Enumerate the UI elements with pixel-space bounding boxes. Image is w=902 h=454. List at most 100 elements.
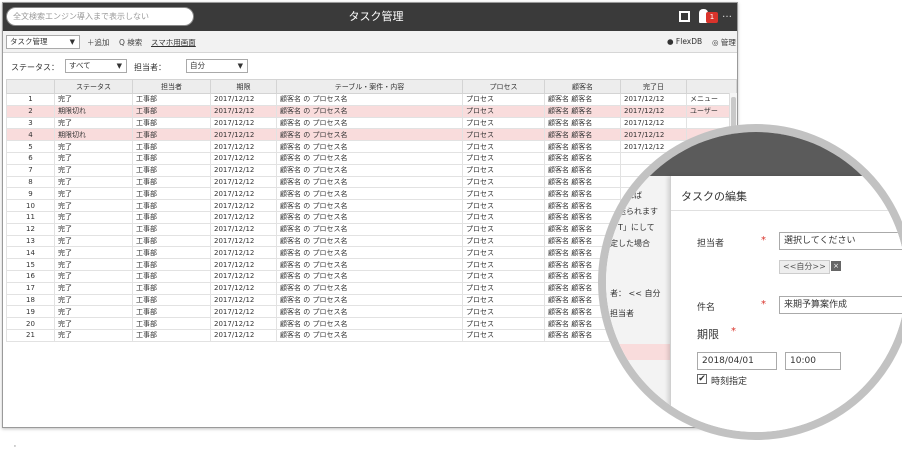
cell-subject: 顧客名 の プロセス名: [276, 128, 463, 142]
cell-subject: 顧客名 の プロセス名: [276, 175, 463, 189]
column-header-status[interactable]: ステータス: [54, 79, 133, 94]
search-button[interactable]: Q 検索: [119, 37, 142, 48]
cell-deadline: 2017/12/12: [210, 293, 277, 307]
chevron-down-icon: ▼: [237, 62, 243, 70]
cell-owner: 工事部: [132, 328, 211, 342]
column-header-subject[interactable]: テーブル・案件・内容: [276, 79, 463, 94]
cell-subject: 顧客名 の プロセス名: [276, 269, 463, 283]
table-row[interactable]: 1 完了 工事部 2017/12/12 顧客名 の プロセス名 プロセス 顧客名 顧客名 20…: [6, 93, 737, 106]
cell-subject: 顧客名 の プロセス名: [276, 258, 463, 271]
cell-no: 13: [6, 234, 55, 248]
cell-subject: 顧客名 の プロセス名: [276, 93, 463, 106]
table-row[interactable]: 2 期限切れ 工事部 2017/12/12 顧客名 の プロセス名 プロセス 顧客名 顧客名…: [6, 104, 737, 118]
cell-no: 7: [6, 163, 55, 177]
cell-process: プロセス: [462, 258, 545, 271]
cell-status: 完了: [54, 222, 133, 236]
cell-deadline: 2017/12/12: [210, 163, 277, 177]
cell-owner: 工事部: [132, 116, 211, 130]
subject-input[interactable]: 来期予算案作成: [779, 296, 902, 314]
owner-filter-select[interactable]: 自分 ▼: [186, 59, 248, 73]
cell-deadline: 2017/12/12: [210, 328, 277, 342]
time-specify-checkbox[interactable]: ✔: [697, 374, 707, 384]
cell-subject: 顧客名 の プロセス名: [276, 317, 463, 330]
zoom-background-line: が送られます: [610, 207, 658, 216]
cell-subject: 顧客名 の プロセス名: [276, 116, 463, 130]
cell-deadline: 2017/12/12: [210, 151, 277, 165]
column-header-done-date[interactable]: 完了日: [620, 79, 687, 94]
cell-no: 2: [6, 104, 55, 118]
filter-bar: ステータス： すべて ▼ 担当者： 自分 ▼: [3, 53, 737, 79]
deadline-field-label: 期限: [697, 328, 719, 341]
cell-process: プロセス: [462, 187, 545, 201]
cell-no: 19: [6, 305, 55, 319]
more-menu-icon[interactable]: …: [722, 9, 733, 20]
cell-process: プロセス: [462, 151, 545, 165]
cell-deadline: 2017/12/12: [210, 199, 277, 212]
deadline-time-input[interactable]: 10:00: [785, 352, 841, 370]
cell-status: 期限切れ: [54, 104, 133, 118]
cell-deadline: 2017/12/12: [210, 93, 277, 106]
required-mark: *: [731, 326, 736, 337]
cell-status: 完了: [54, 163, 133, 177]
cell-owner: 工事部: [132, 187, 211, 201]
cell-no: 21: [6, 328, 55, 342]
cell-no: 16: [6, 269, 55, 283]
title-bar: 全文検索エンジン導入まで表示しない タスク管理 1 …: [3, 3, 737, 31]
cell-process: プロセス: [462, 269, 545, 283]
column-header-deadline[interactable]: 期限: [210, 79, 277, 94]
smartphone-view-link[interactable]: スマホ用画面: [151, 37, 196, 48]
cell-no: 5: [6, 140, 55, 153]
cell-deadline: 2017/12/12: [210, 269, 277, 283]
window-icon[interactable]: [679, 11, 690, 22]
cell-deadline: 2017/12/12: [210, 187, 277, 201]
chevron-down-icon: ▼: [69, 38, 75, 46]
column-header-customer[interactable]: 顧客名: [544, 79, 621, 94]
view-select[interactable]: タスク管理 ▼: [6, 35, 80, 49]
cell-process: プロセス: [462, 293, 545, 307]
cell-owner: 工事部: [132, 305, 211, 319]
cell-deadline: 2017/12/12: [210, 281, 277, 295]
cell-subject: 顧客名 の プロセス名: [276, 246, 463, 260]
cell-process: プロセス: [462, 199, 545, 212]
cell-done-date: 2017/12/12: [620, 104, 687, 118]
cell-status: 完了: [54, 199, 133, 212]
cell-process: プロセス: [462, 128, 545, 142]
admin-button[interactable]: ◎ 管理: [712, 37, 736, 48]
column-header-no[interactable]: [6, 79, 55, 94]
cell-deadline: 2017/12/12: [210, 258, 277, 271]
cell-subject: 顧客名 の プロセス名: [276, 328, 463, 342]
cell-subject: 顧客名 の プロセス名: [276, 234, 463, 248]
self-assign-button[interactable]: <<自分>>: [779, 260, 830, 274]
cell-process: プロセス: [462, 140, 545, 153]
flexdb-button[interactable]: ● FlexDB: [667, 37, 702, 46]
zoom-background-line: あければ: [610, 191, 642, 200]
cell-owner: 工事部: [132, 140, 211, 153]
table-header-row: ステータス 担当者 期限 テーブル・案件・内容 プロセス 顧客名 完了日: [6, 79, 737, 94]
column-header-owner[interactable]: 担当者: [132, 79, 211, 94]
cell-subject: 顧客名 の プロセス名: [276, 199, 463, 212]
cell-owner: 工事部: [132, 104, 211, 118]
cell-process: プロセス: [462, 93, 545, 106]
cell-status: 完了: [54, 281, 133, 295]
zoom-background-line: 担当者: [610, 309, 634, 318]
cell-status: 完了: [54, 116, 133, 130]
cell-status: 完了: [54, 269, 133, 283]
zoom-background-line: 者： << 自分: [610, 289, 661, 298]
cell-subject: 顧客名 の プロセス名: [276, 305, 463, 319]
fulltext-search-input[interactable]: 全文検索エンジン導入まで表示しない: [6, 7, 194, 26]
table-row[interactable]: 3 完了 工事部 2017/12/12 顧客名 の プロセス名 プロセス 顧客名 顧客名 20…: [6, 116, 737, 130]
cell-owner: 工事部: [132, 258, 211, 271]
subject-field-label: 件名: [697, 303, 716, 313]
column-header-extra[interactable]: [686, 79, 737, 94]
owner-select[interactable]: 選択してください: [779, 232, 902, 250]
column-header-process[interactable]: プロセス: [462, 79, 545, 94]
cell-subject: 顧客名 の プロセス名: [276, 104, 463, 118]
cell-no: 8: [6, 175, 55, 189]
deadline-date-input[interactable]: 2018/04/01: [697, 352, 777, 370]
status-filter-select[interactable]: すべて ▼: [65, 59, 127, 73]
clear-icon[interactable]: ×: [831, 261, 841, 271]
cell-owner: 工事部: [132, 175, 211, 189]
add-button[interactable]: ＋追加: [87, 37, 110, 48]
cell-status: 完了: [54, 140, 133, 153]
cell-process: プロセス: [462, 234, 545, 248]
